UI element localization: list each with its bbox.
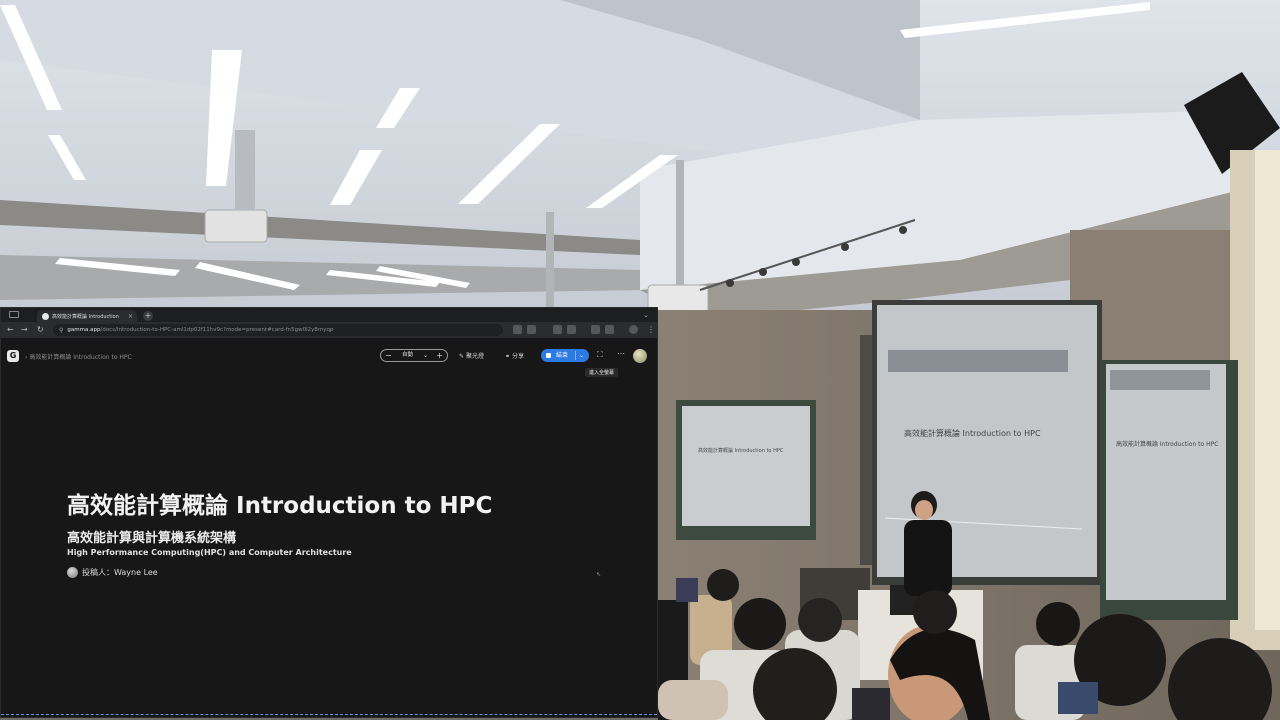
slide-subtitle-english: High Performance Computing(HPC) and Comp… [67,548,352,557]
button-divider [575,351,576,360]
fullscreen-tooltip: 進入全螢幕 [585,368,619,377]
screen-share-browser-window: 高效能計算概論 Introduction × + ⌄ ← → ↻ ⚲ gamma… [0,307,658,718]
slide-title: 高效能計算概論 Introduction to HPC [67,493,493,519]
increase-icon[interactable]: + [436,350,443,361]
back-arrow-icon[interactable]: ← [7,325,14,334]
fullscreen-icon[interactable]: ⛶ [597,350,603,360]
sidebar-toggle-icon[interactable] [9,311,19,318]
gamma-logo[interactable]: G [7,350,19,362]
mouse-cursor-icon: ↖ [596,571,602,578]
slide-subtitle-chinese: 高效能計算與計算機系統架構 [67,531,237,546]
browser-tab-title: 高效能計算概論 Introduction [52,313,119,320]
decrease-icon[interactable]: − [385,350,392,361]
breadcrumb[interactable]: › 高效能計算概論 Introduction to HPC [25,352,132,361]
profile-avatar-icon[interactable] [629,325,638,334]
reload-icon[interactable]: ↻ [37,325,44,334]
browser-tab-bar: 高效能計算概論 Introduction × + ⌄ [1,308,657,322]
auto-play-label[interactable]: 自動 [402,350,413,361]
share-button[interactable]: ⚭ 分享 [505,351,524,360]
extension-icon[interactable] [553,325,562,334]
chevron-down-icon[interactable]: ⌄ [579,349,584,362]
gamma-toolbar: G › 高效能計算概論 Introduction to HPC − 自動 ⌄ +… [1,338,657,372]
url-field[interactable]: ⚲ gamma.app /docs/Introduction-to-HPC-am… [53,324,503,336]
browser-menu-icon[interactable]: ⋮ [647,325,655,334]
stop-icon [546,353,551,358]
gamma-favicon-icon [42,312,49,320]
link-icon: ⚭ [505,353,511,360]
extension-icon[interactable] [605,325,614,334]
site-info-icon[interactable]: ⚲ [59,327,63,334]
end-presentation-button[interactable]: 結束 ⌄ [541,349,589,362]
end-label: 結束 [556,352,569,359]
avatar[interactable] [633,349,647,363]
auto-play-control: − 自動 ⌄ + [380,349,448,362]
share-label: 分享 [511,353,524,360]
url-domain: gamma.app [67,327,101,333]
projected-left-title: 高效能計算概論 Introduction to HPC [698,447,784,454]
new-tab-button[interactable]: + [143,311,153,321]
projected-right-title: 高效能計算概論 Introduction to HPC [1116,440,1218,448]
extension-icon[interactable] [567,325,576,334]
presenter-name: 投稿人：Wayne Lee [82,568,158,577]
window-bottom-edge [1,714,657,717]
browser-tab-active[interactable]: 高效能計算概論 Introduction × [37,310,137,322]
presenter-avatar [67,567,78,578]
browser-address-bar: ← → ↻ ⚲ gamma.app /docs/Introduction-to-… [1,322,657,338]
spotlight-button[interactable]: ✎ 聚光燈 [459,351,484,360]
pen-icon: ✎ [459,353,465,360]
projected-center-title: 高效能計算概論 Introduction to HPC [904,428,1041,438]
presenter-line: 投稿人：Wayne Lee [67,567,158,578]
tab-close-icon[interactable]: × [128,313,133,320]
extension-icon[interactable] [527,325,536,334]
extension-icon[interactable] [591,325,600,334]
more-options-icon[interactable]: ⋯ [617,349,625,358]
forward-arrow-icon[interactable]: → [21,325,28,334]
chevron-down-icon[interactable]: ⌄ [423,350,428,361]
url-path: /docs/Introduction-to-HPC-aml1dp02f11hv9… [100,327,334,333]
extension-icon[interactable] [513,325,522,334]
breadcrumb-doc-title: 高效能計算概論 Introduction to HPC [29,354,132,361]
spotlight-label: 聚光燈 [465,353,484,360]
window-menu-chevron-icon[interactable]: ⌄ [643,311,649,319]
